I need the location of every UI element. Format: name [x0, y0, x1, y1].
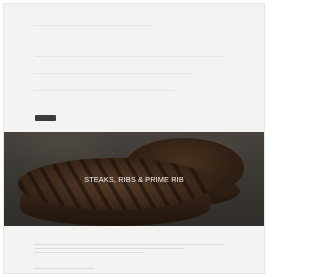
menu-item-description [34, 268, 94, 270]
menu-item[interactable] [4, 50, 264, 60]
section-title: STEAKS, RIBS & PRIME RIB [84, 175, 184, 184]
menu-item-description [34, 252, 144, 254]
more-button[interactable] [35, 115, 56, 121]
menu-item-description [34, 90, 174, 92]
menu-item[interactable] [4, 84, 264, 94]
menu-page: STEAKS, RIBS & PRIME RIB [3, 3, 265, 274]
menu-item[interactable] [4, 19, 264, 29]
menu-item[interactable] [4, 34, 264, 44]
menu-item-description [34, 248, 184, 250]
menu-item-description [34, 73, 194, 75]
menu-item-description [34, 25, 154, 27]
steaks-hero-banner: STEAKS, RIBS & PRIME RIB [4, 132, 264, 226]
menu-item-description [34, 56, 224, 58]
menu-item[interactable] [4, 98, 264, 108]
menu-item[interactable] [4, 67, 264, 77]
menu-item[interactable] [4, 8, 264, 18]
menu-item-description [34, 244, 224, 246]
